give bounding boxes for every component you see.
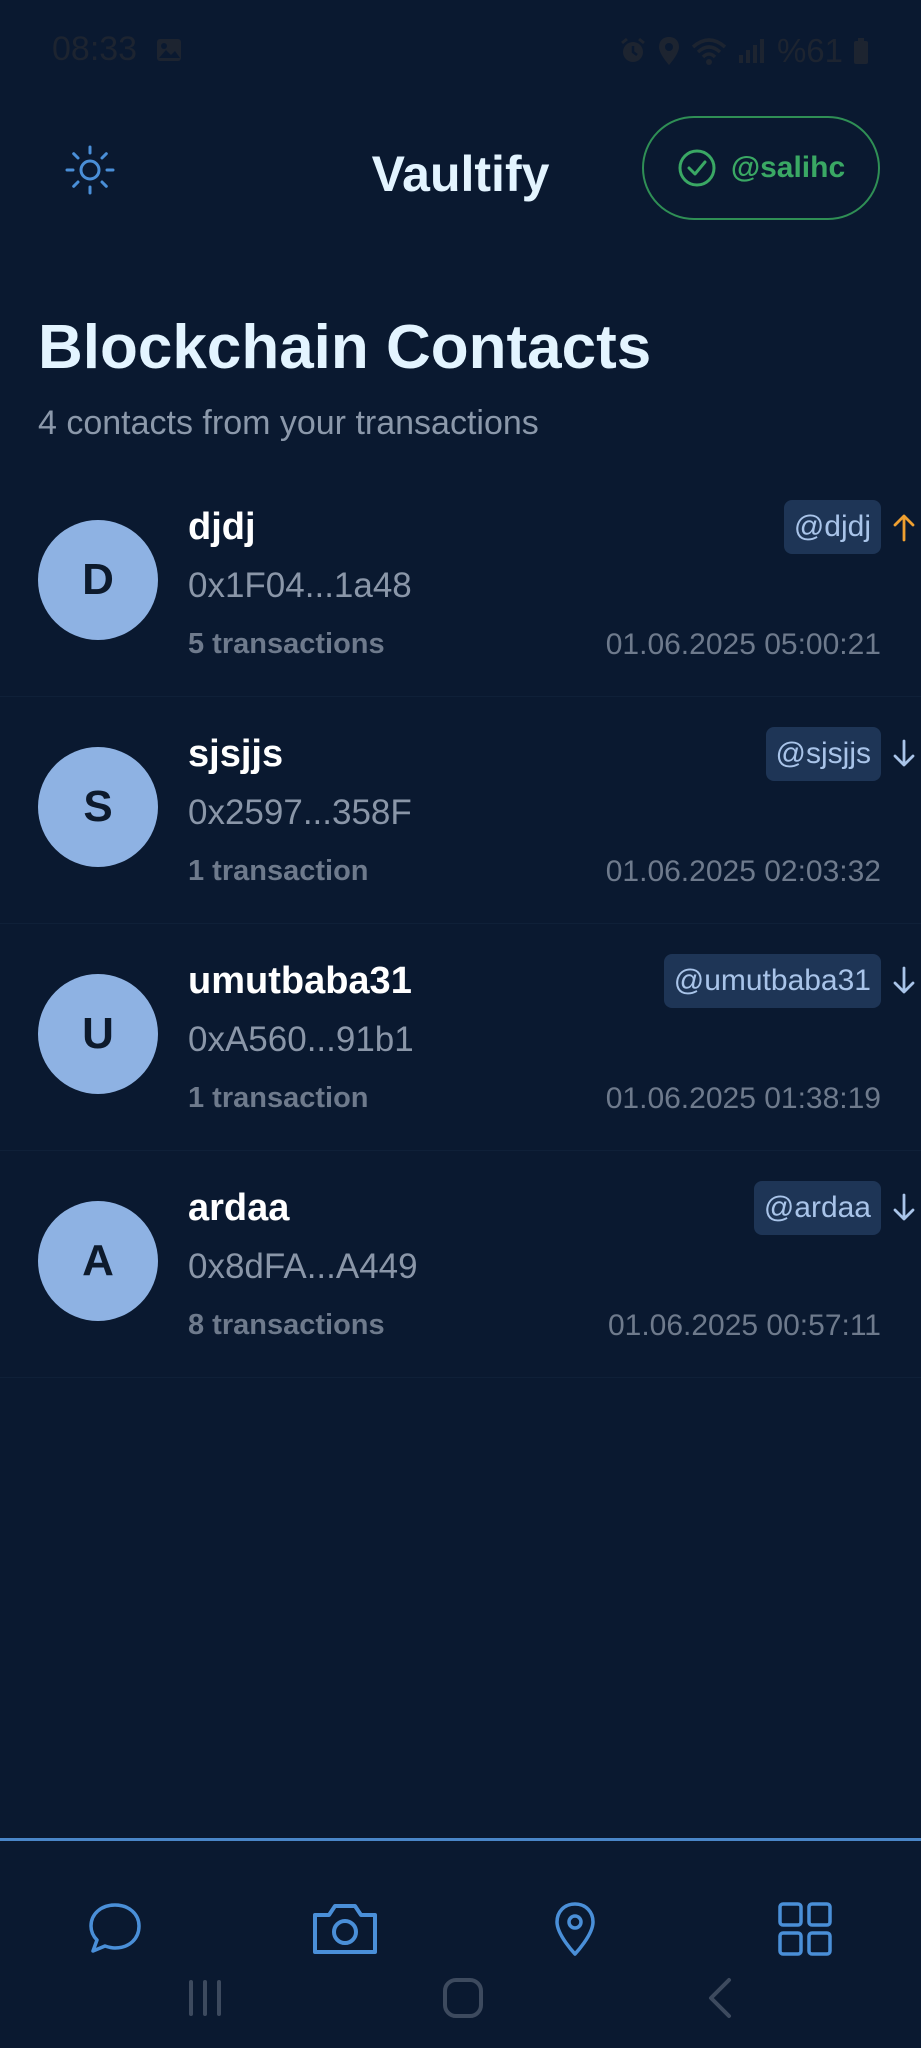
nav-chat-button[interactable] [75, 1889, 155, 1969]
avatar-initial: S [83, 782, 113, 831]
avatar: A [38, 1201, 158, 1321]
handle-badge: @ardaa [753, 1181, 881, 1235]
contact-row[interactable]: S sjsjjs 0x2597...358F 1 transaction 01.… [0, 697, 921, 924]
signal-icon [738, 39, 764, 63]
contact-row[interactable]: D djdj 0x1F04...1a48 5 transactions 01.0… [0, 470, 921, 697]
recent-apps-icon [189, 1980, 221, 2016]
last-transaction-date: 01.06.2025 02:03:32 [605, 855, 881, 888]
user-chip-label: @salihc [730, 151, 846, 184]
contact-name: umutbaba31 [188, 960, 412, 1002]
page-subtitle: 4 contacts from your transactions [38, 404, 539, 442]
transaction-count: 8 transactions [188, 1309, 385, 1341]
status-icons: %61 [619, 32, 869, 70]
handle-badge: @umutbaba31 [663, 954, 881, 1008]
up-arrow-icon [893, 514, 915, 542]
location-pin-icon [555, 1902, 595, 1956]
contact-address: 0x8dFA...A449 [188, 1247, 418, 1286]
transaction-count: 5 transactions [188, 628, 385, 660]
location-icon [658, 37, 679, 65]
app-screen: 08:33 %61 Vaultify @salihc Blockchain Co… [0, 0, 921, 2048]
contact-name: djdj [188, 506, 256, 548]
last-transaction-date: 01.06.2025 01:38:19 [605, 1082, 881, 1115]
transaction-count: 1 transaction [188, 1082, 369, 1114]
avatar: U [38, 974, 158, 1094]
check-circle-icon [678, 149, 716, 187]
handle-badge: @sjsjjs [765, 727, 881, 781]
last-transaction-date: 01.06.2025 00:57:11 [607, 1309, 881, 1342]
status-time: 08:33 [52, 30, 138, 68]
contact-address: 0x1F04...1a48 [188, 566, 412, 605]
bottom-navigation [0, 1838, 921, 1956]
transaction-count: 1 transaction [188, 855, 369, 887]
down-arrow-icon [893, 739, 915, 767]
nav-grid-button[interactable] [765, 1889, 845, 1969]
avatar-initial: U [82, 1009, 114, 1058]
back-button[interactable] [686, 1968, 756, 2028]
avatar-initial: D [82, 555, 114, 604]
chat-icon [89, 1903, 141, 1953]
system-navigation-bar [0, 1960, 921, 2048]
gallery-icon [157, 39, 181, 61]
contact-name: ardaa [188, 1187, 290, 1229]
nav-location-button[interactable] [535, 1889, 615, 1969]
contact-address: 0xA560...91b1 [188, 1020, 414, 1059]
recent-apps-button[interactable] [170, 1968, 240, 2028]
grid-icon [778, 1902, 832, 1956]
user-account-chip[interactable]: @salihc [642, 116, 880, 220]
down-arrow-icon [893, 1193, 915, 1221]
contact-list: D djdj 0x1F04...1a48 5 transactions 01.0… [0, 470, 921, 1378]
contact-row[interactable]: A ardaa 0x8dFA...A449 8 transactions 01.… [0, 1151, 921, 1378]
contact-name: sjsjjs [188, 733, 284, 775]
nav-camera-button[interactable] [305, 1889, 385, 1969]
camera-icon [313, 1904, 377, 1954]
battery-icon [854, 38, 868, 64]
back-icon [709, 1978, 731, 2018]
avatar-initial: A [82, 1236, 114, 1285]
wifi-icon [691, 38, 727, 65]
status-bar: 08:33 %61 [0, 0, 921, 100]
contact-row[interactable]: U umutbaba31 0xA560...91b1 1 transaction… [0, 924, 921, 1151]
avatar: D [38, 520, 158, 640]
handle-badge: @djdj [783, 500, 881, 554]
down-arrow-icon [893, 966, 915, 994]
home-icon [443, 1978, 483, 2018]
alarm-icon [621, 37, 645, 62]
home-button[interactable] [428, 1968, 498, 2028]
page-title: Blockchain Contacts [38, 313, 652, 382]
avatar: S [38, 747, 158, 867]
last-transaction-date: 01.06.2025 05:00:21 [605, 628, 881, 661]
contact-address: 0x2597...358F [188, 793, 412, 832]
battery-percentage: %61 [776, 32, 843, 69]
